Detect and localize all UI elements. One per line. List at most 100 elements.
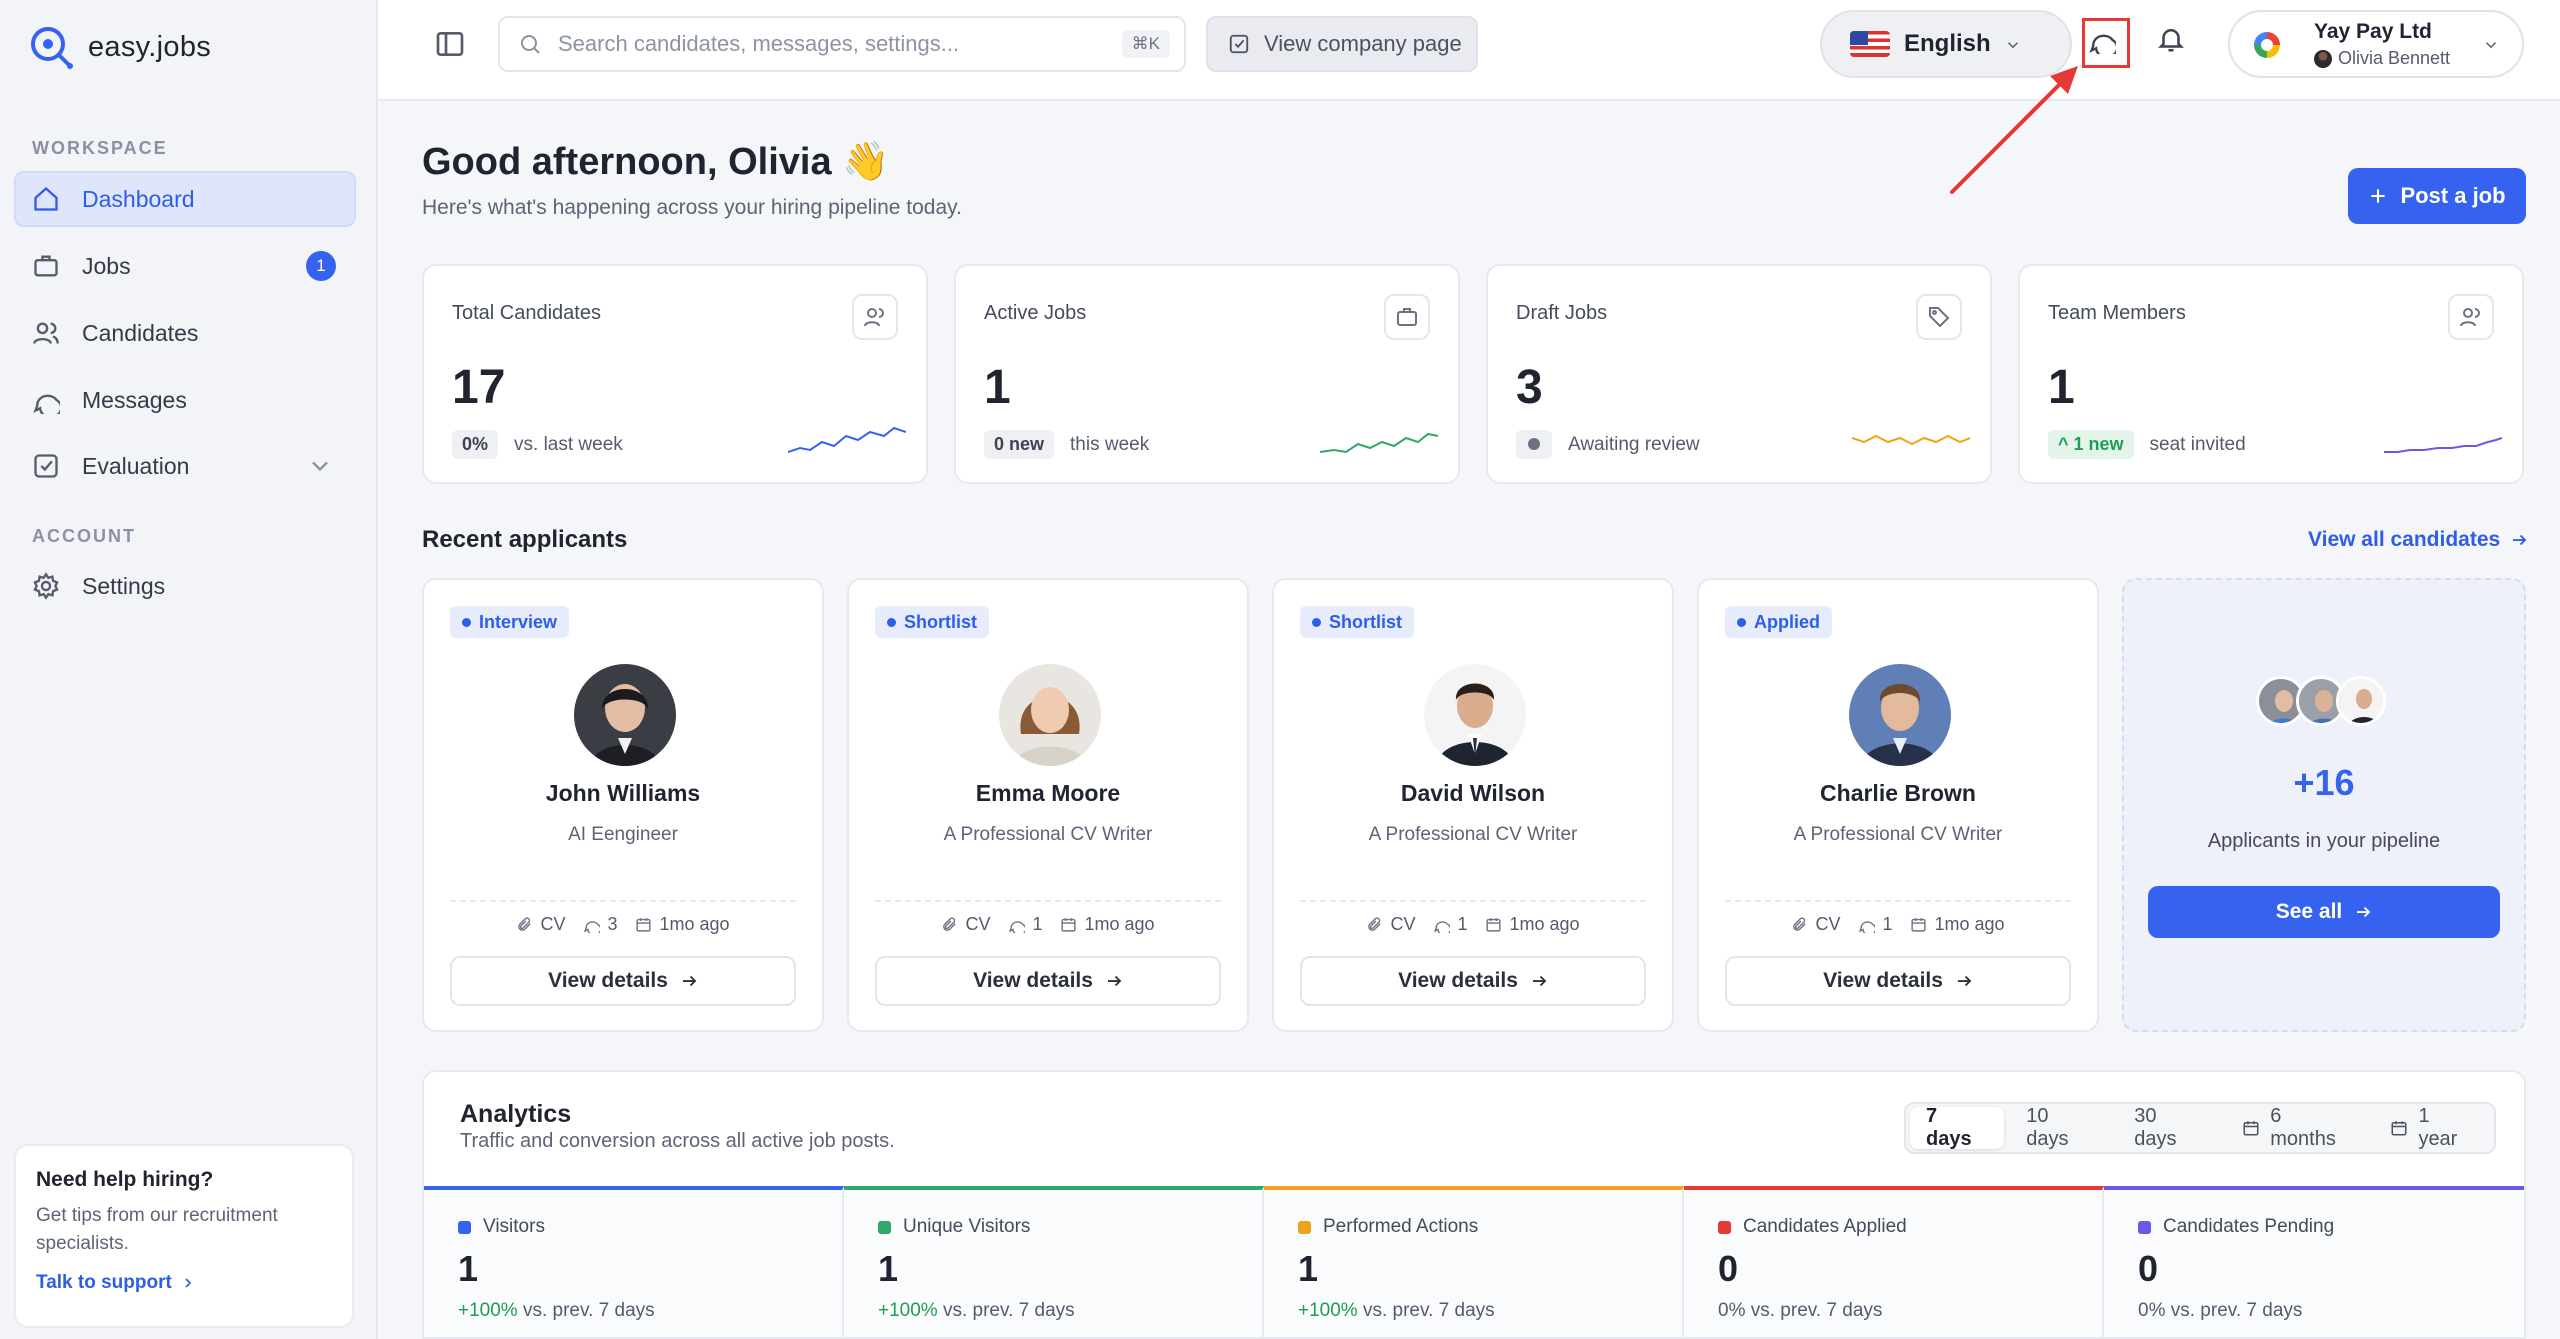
date-range-selector: 7 days 10 days 30 days 6 months 1 year [1904, 1102, 2496, 1154]
calendar-icon [1911, 918, 1927, 932]
sidebar-item-dashboard[interactable]: Dashboard [14, 171, 356, 227]
metric-value: 1 [878, 1248, 899, 1289]
metric-value: 1 [1298, 1248, 1319, 1289]
applicant-card: Shortlist Emma Moore A Professional CV W… [847, 578, 1249, 1032]
more-applicants-count: +16 [2293, 762, 2355, 803]
language-label: English [1904, 30, 1991, 57]
sidebar-item-settings[interactable]: Settings [14, 558, 356, 614]
metric-value: 1 [458, 1248, 479, 1289]
view-company-page-label: View company page [1264, 31, 1462, 56]
sidebar-item-label: Jobs [82, 252, 131, 279]
range-30-days[interactable]: 30 days [2118, 1105, 2220, 1150]
analytics-panel: Analytics Traffic and conversion across … [422, 1070, 2526, 1339]
divider [1725, 900, 2071, 902]
metric-performed-actions: Performed Actions 1 +100% vs. prev. 7 da… [1264, 1186, 1684, 1337]
company-logo-icon [2254, 32, 2280, 58]
comment-icon [1434, 921, 1451, 933]
applicant-role: A Professional CV Writer [943, 824, 1153, 845]
calendar-icon [1061, 918, 1077, 932]
avatar [1849, 664, 1951, 766]
applicant-card: Applied Charlie Brown A Professional CV … [1697, 578, 2099, 1032]
sparkline [788, 426, 906, 453]
metric-footer: +100% vs. prev. 7 days [458, 1300, 655, 1321]
divider [875, 900, 1221, 902]
account-switcher[interactable]: Yay Pay Ltd Olivia Bennett [2228, 10, 2524, 78]
search-input[interactable]: Search candidates, messages, settings...… [498, 16, 1186, 72]
arrow-right-icon [1107, 975, 1122, 987]
sidebar-toggle-icon[interactable] [434, 28, 466, 60]
range-7-days[interactable]: 7 days [1910, 1105, 2005, 1150]
range-6-months[interactable]: 6 months [2226, 1105, 2368, 1150]
stat-label: Draft Jobs [1516, 302, 1608, 324]
avatar-stack [2256, 676, 2386, 726]
applicant-card: Interview John Williams AI Eengineer CV … [422, 578, 824, 1032]
jobs-count-badge: 1 [306, 251, 336, 281]
checkbox-icon [1229, 34, 1249, 54]
view-details-button[interactable]: View details [875, 956, 1221, 1006]
post-job-button[interactable]: Post a job [2348, 168, 2526, 224]
chevron-down-icon [2485, 42, 2497, 49]
avatar [999, 664, 1101, 766]
logo-icon [31, 27, 73, 69]
arrow-right-icon [2513, 534, 2527, 546]
metric-footer: 0% vs. prev. 7 days [2138, 1300, 2303, 1321]
metric-footer: +100% vs. prev. 7 days [878, 1300, 1075, 1321]
sidebar-item-candidates[interactable]: Candidates [14, 305, 356, 361]
notifications-button[interactable] [2156, 24, 2192, 60]
view-all-label: View all candidates [2308, 528, 2501, 551]
stat-change-pill: 0 new [984, 430, 1055, 459]
view-details-button[interactable]: View details [1300, 956, 1646, 1006]
talk-to-support-label: Talk to support [36, 1272, 172, 1293]
stat-footer-text: vs. last week [514, 433, 623, 455]
calendar-icon [2391, 1121, 2407, 1136]
stat-value: 1 [984, 361, 1011, 414]
view-all-candidates-link[interactable]: View all candidates [2308, 528, 2528, 552]
legend-swatch [1718, 1220, 1731, 1234]
stat-change-pill: 0% [452, 430, 499, 459]
see-all-button[interactable]: See all [2148, 886, 2500, 938]
stat-card-total-candidates: Total Candidates 17 0% vs. last week [422, 264, 928, 484]
account-section-label: ACCOUNT [32, 526, 136, 546]
search-icon [521, 35, 540, 54]
help-card: Need help hiring? Get tips from our recr… [14, 1144, 354, 1328]
stat-change-pill: ^ 1 new [2048, 430, 2134, 459]
metric-value: 0 [2138, 1248, 2159, 1289]
view-details-button[interactable]: View details [450, 956, 796, 1006]
talk-to-support-link[interactable]: Talk to support [36, 1272, 332, 1294]
app-logo[interactable]: easy.jobs [28, 24, 211, 70]
users-icon [33, 322, 59, 344]
avatar [2314, 49, 2332, 68]
sidebar-item-evaluation[interactable]: Evaluation [14, 438, 356, 494]
range-1-year[interactable]: 1 year [2374, 1105, 2490, 1150]
sidebar-item-messages[interactable]: Messages [14, 372, 356, 428]
applicant-name: Charlie Brown [1820, 780, 1976, 806]
calendar-icon [636, 918, 652, 932]
comment-icon [584, 921, 601, 933]
range-10-days[interactable]: 10 days [2010, 1105, 2112, 1150]
arrow-right-icon [682, 975, 697, 987]
stat-label: Team Members [2048, 302, 2186, 324]
applicant-name: John Williams [545, 780, 701, 806]
user-name: Olivia Bennett [2338, 48, 2451, 68]
briefcase-icon [34, 255, 58, 277]
stat-footer-text: this week [1070, 433, 1150, 455]
stat-label: Active Jobs [984, 302, 1087, 324]
arrow-right-icon [1957, 975, 1972, 987]
metric-candidates-pending: Candidates Pending 0 0% vs. prev. 7 days [2104, 1186, 2524, 1337]
stat-value: 3 [1516, 361, 1543, 414]
status-badge: Shortlist [875, 606, 990, 638]
metric-candidates-applied: Candidates Applied 0 0% vs. prev. 7 days [1684, 1186, 2104, 1337]
search-shortcut-badge: ⌘K [1121, 30, 1170, 58]
metric-footer: 0% vs. prev. 7 days [1718, 1300, 1883, 1321]
sidebar-item-jobs[interactable]: Jobs 1 [14, 238, 356, 294]
calendar-icon [1486, 918, 1502, 932]
legend-swatch [2138, 1220, 2151, 1234]
recent-applicants-title: Recent applicants [422, 526, 628, 553]
gear-icon [33, 572, 59, 600]
sidebar-item-label: Dashboard [82, 185, 195, 212]
view-details-button[interactable]: View details [1725, 956, 2071, 1006]
comment-icon [1009, 921, 1026, 933]
view-company-page-button[interactable]: View company page [1206, 16, 1478, 72]
sidebar: easy.jobs WORKSPACE Dashboard Jobs 1 Can… [0, 0, 378, 1339]
sidebar-item-label: Messages [82, 386, 187, 413]
